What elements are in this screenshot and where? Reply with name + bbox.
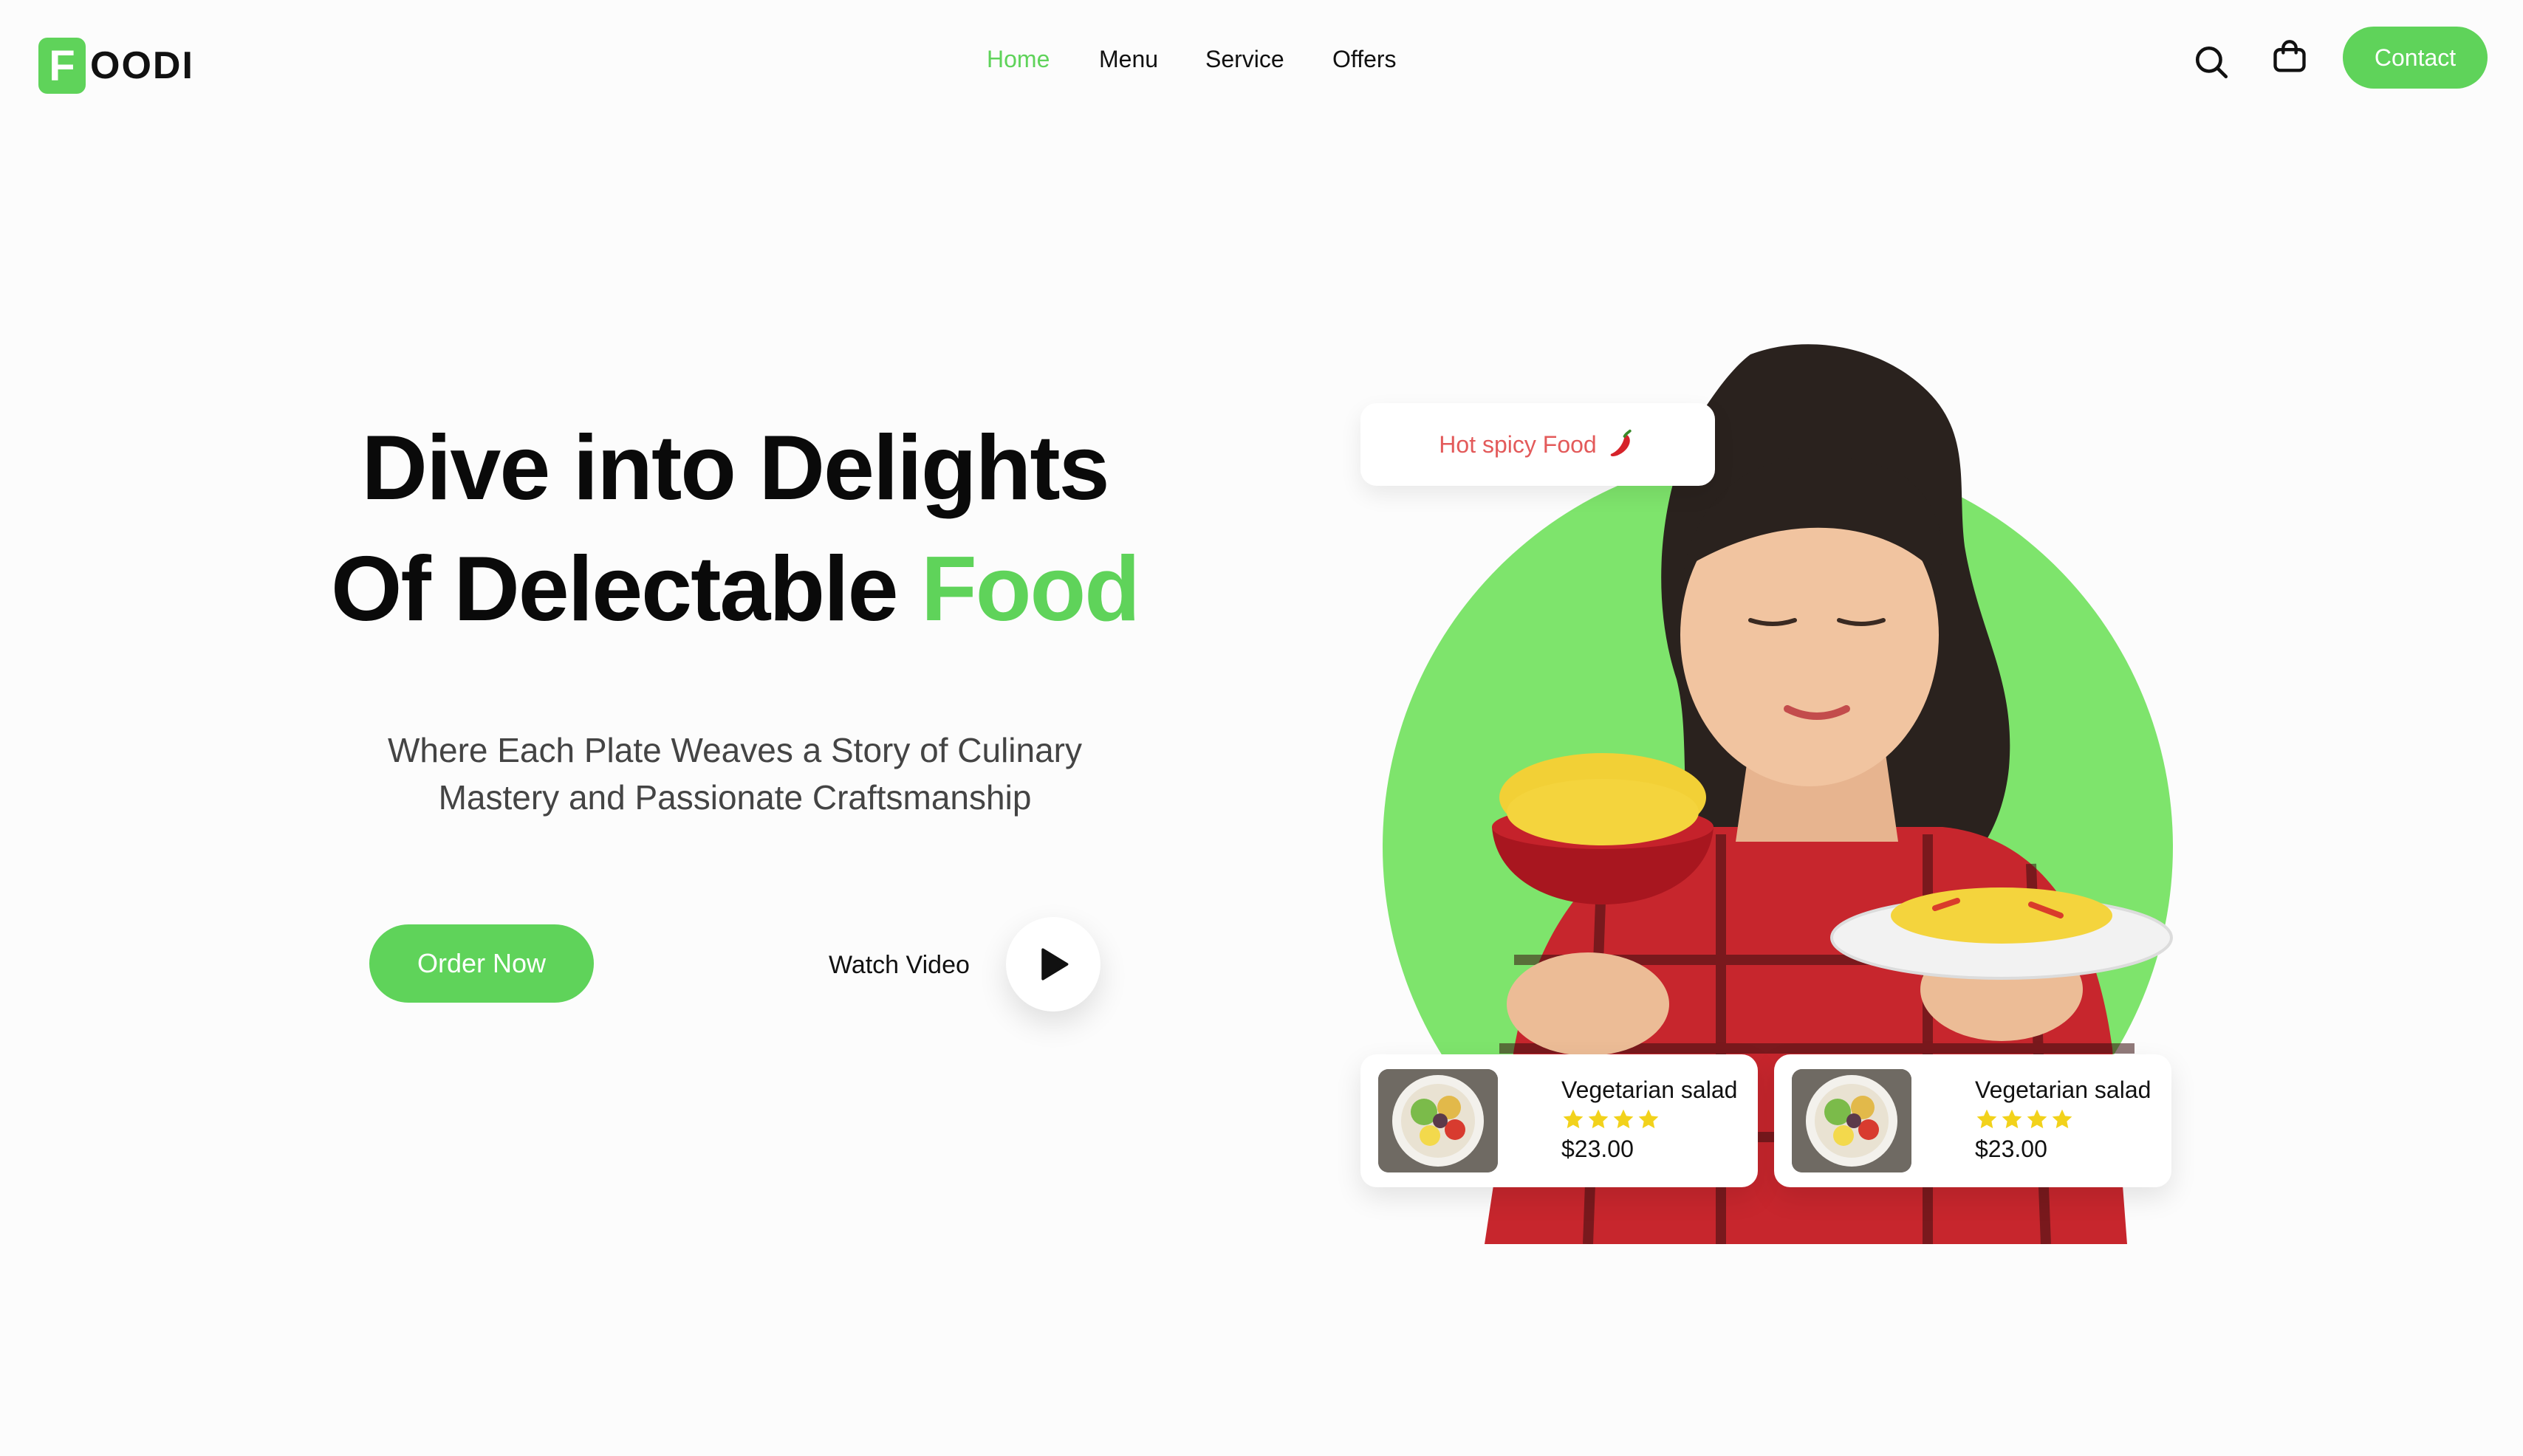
star-icon <box>2002 1109 2022 1129</box>
star-rating <box>1561 1108 1660 1131</box>
hero-title-accent: Food <box>920 538 1140 640</box>
landing-page: F OODI Home Menu Service Offers Contact … <box>0 0 2523 1456</box>
food-name: Vegetarian salad <box>1561 1076 1738 1103</box>
food-card[interactable]: Vegetarian salad $23.00 <box>1774 1054 2171 1187</box>
watch-video-link[interactable]: Watch Video <box>829 951 970 980</box>
food-card[interactable]: Vegetarian salad $23.00 <box>1360 1054 1758 1187</box>
star-icon <box>1638 1109 1659 1129</box>
order-now-button[interactable]: Order Now <box>369 924 594 1003</box>
star-icon <box>2052 1109 2072 1129</box>
star-icon <box>1613 1109 1634 1129</box>
food-price: $23.00 <box>1561 1136 1634 1162</box>
star-icon <box>2027 1109 2047 1129</box>
hero-subtitle-line2: Mastery and Passionate Craftsmanship <box>438 778 1032 817</box>
search-icon <box>2195 46 2228 79</box>
logo-badge: F <box>38 38 86 94</box>
hot-spicy-badge: Hot spicy Food <box>1360 403 1715 486</box>
salad-thumbnail <box>1378 1069 1498 1172</box>
hero-title-line2-prefix: Of Delectable <box>331 538 921 640</box>
salad-thumbnail <box>1792 1069 1911 1172</box>
hero-title: Dive into Delights Of Delectable Food <box>295 408 1174 650</box>
hero-subtitle: Where Each Plate Weaves a Story of Culin… <box>325 727 1145 821</box>
contact-button[interactable]: Contact <box>2343 27 2488 89</box>
brand-logo[interactable]: F OODI <box>38 32 208 99</box>
logo-text: OODI <box>90 44 194 87</box>
nav-item-service[interactable]: Service <box>1205 46 1284 73</box>
shopping-bag-icon <box>2273 40 2306 72</box>
nav-item-offers[interactable]: Offers <box>1332 46 1397 73</box>
nav-item-menu[interactable]: Menu <box>1099 46 1158 73</box>
star-icon <box>1588 1109 1609 1129</box>
hero-title-line1: Dive into Delights <box>361 417 1109 519</box>
star-rating <box>1975 1108 2074 1131</box>
cart-button[interactable] <box>2269 37 2310 78</box>
chili-pepper-icon <box>1610 429 1632 457</box>
star-icon <box>1976 1109 1997 1129</box>
nav-item-home[interactable]: Home <box>987 46 1050 73</box>
search-button[interactable] <box>2191 41 2232 83</box>
food-name: Vegetarian salad <box>1975 1076 2151 1103</box>
hot-spicy-text: Hot spicy Food <box>1439 430 1597 458</box>
play-video-button[interactable] <box>1006 917 1100 1012</box>
star-icon <box>1563 1109 1584 1129</box>
food-price: $23.00 <box>1975 1136 2047 1162</box>
play-icon <box>1041 948 1069 981</box>
hero-subtitle-line1: Where Each Plate Weaves a Story of Culin… <box>387 731 1082 769</box>
